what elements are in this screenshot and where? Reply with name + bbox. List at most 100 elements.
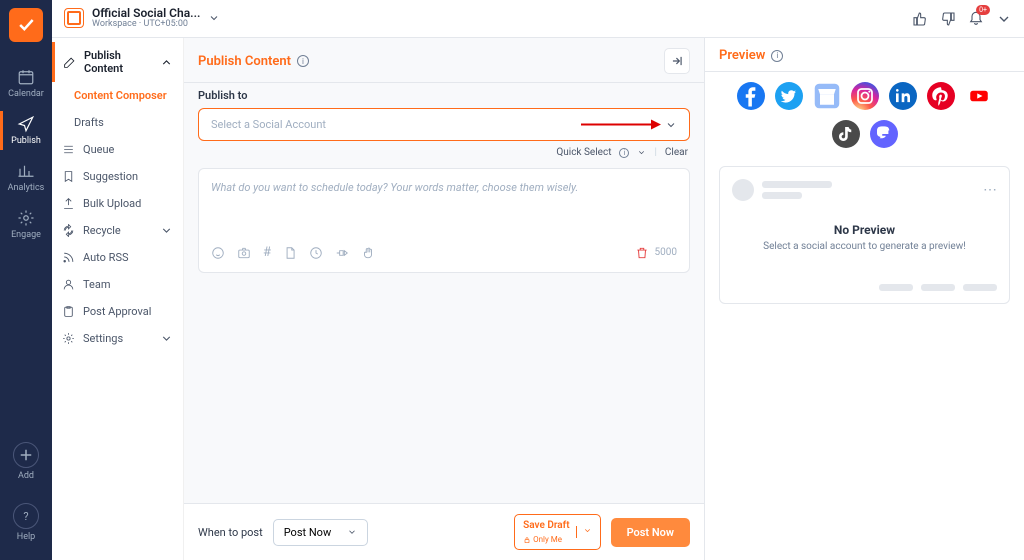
notif-badge: 0+	[976, 5, 990, 15]
gmb-icon[interactable]	[813, 82, 841, 110]
sidebar-item-recycle[interactable]: Recycle	[52, 217, 183, 244]
instagram-icon[interactable]	[851, 82, 879, 110]
dots-menu-icon: ⋯	[983, 182, 997, 198]
recycle-icon	[62, 224, 75, 237]
content-area: Publish Content i Publish to Select a So…	[184, 38, 704, 560]
app-logo[interactable]	[9, 8, 43, 42]
rail-calendar[interactable]: Calendar	[0, 60, 52, 107]
clear-button[interactable]: Clear	[665, 147, 688, 158]
sidebar-item-queue[interactable]: Queue	[52, 136, 183, 163]
chevron-up-icon	[160, 56, 173, 69]
editor-placeholder: What do you want to schedule today? Your…	[211, 181, 677, 237]
rss-icon	[62, 251, 75, 264]
sidebar: Publish Content Content Composer Drafts …	[52, 38, 184, 560]
preview-title: Preview	[719, 48, 765, 63]
skeleton-line	[762, 192, 802, 199]
sidebar-item-settings[interactable]: Settings	[52, 325, 183, 352]
clipboard-icon	[62, 305, 75, 318]
sidebar-item-suggestion[interactable]: Suggestion	[52, 163, 183, 190]
facebook-icon[interactable]	[737, 82, 765, 110]
chevron-down-icon	[208, 12, 220, 24]
select-placeholder: Select a Social Account	[211, 118, 326, 131]
chevron-down-icon	[665, 119, 677, 131]
main: Official Social Cha... Workspace · UTC+0…	[52, 0, 1024, 560]
document-icon[interactable]	[283, 246, 297, 260]
gear-icon	[62, 332, 75, 345]
post-now-button[interactable]: Post Now	[611, 518, 690, 547]
chevron-down-icon	[160, 332, 173, 345]
bookmark-icon	[62, 170, 75, 183]
save-draft-button[interactable]: Save Draft Only Me	[514, 514, 600, 550]
emoji-icon[interactable]	[211, 246, 225, 260]
lock-icon	[523, 536, 531, 544]
post-editor[interactable]: What do you want to schedule today? Your…	[198, 168, 690, 273]
rail-analytics[interactable]: Analytics	[0, 154, 52, 201]
chevron-down-icon[interactable]	[996, 11, 1012, 27]
clock-icon[interactable]	[309, 246, 323, 260]
chevron-down-icon	[583, 526, 592, 535]
twitter-icon[interactable]	[775, 82, 803, 110]
workspace-switcher[interactable]: Official Social Cha... Workspace · UTC+0…	[64, 7, 220, 30]
notifications-button[interactable]: 0+	[968, 9, 984, 29]
tiktok-icon[interactable]	[832, 120, 860, 148]
upload-icon	[62, 197, 75, 210]
sidebar-item-team[interactable]: Team	[52, 271, 183, 298]
rail-help-label: Help	[17, 532, 35, 542]
rail-analytics-label: Analytics	[8, 183, 45, 193]
no-preview-title: No Preview	[738, 223, 991, 237]
info-icon[interactable]: i	[297, 55, 309, 67]
mastodon-icon[interactable]	[870, 120, 898, 148]
when-to-post-label: When to post	[198, 526, 263, 539]
left-rail: Calendar Publish Analytics Engage Add ? …	[0, 0, 52, 560]
youtube-icon[interactable]	[965, 82, 993, 110]
rail-publish[interactable]: Publish	[0, 107, 52, 154]
workspace-icon	[64, 8, 84, 28]
sidebar-section-header[interactable]: Publish Content	[52, 42, 183, 82]
hand-icon[interactable]	[361, 246, 375, 260]
rail-add-label: Add	[18, 471, 34, 481]
plug-icon[interactable]	[335, 246, 349, 260]
social-platform-row	[705, 72, 1024, 152]
quick-select-button[interactable]: Quick Select	[556, 147, 611, 158]
info-icon[interactable]: i	[771, 50, 783, 62]
workspace-subtitle: Workspace · UTC+05:00	[92, 20, 200, 30]
hashtag-icon[interactable]: #	[263, 245, 271, 260]
skeleton-line	[921, 284, 955, 291]
pencil-icon	[63, 56, 76, 69]
sidebar-item-composer[interactable]: Content Composer	[52, 82, 183, 109]
social-account-select[interactable]: Select a Social Account	[198, 108, 690, 141]
chevron-down-icon	[347, 527, 357, 537]
rail-add[interactable]: Add	[0, 434, 52, 489]
sidebar-item-bulk[interactable]: Bulk Upload	[52, 190, 183, 217]
chevron-down-icon[interactable]	[637, 148, 646, 157]
preview-card: ⋯ No Preview Select a social account to …	[719, 166, 1010, 304]
annotation-arrow	[581, 115, 661, 134]
thumbs-up-icon[interactable]	[912, 11, 928, 27]
char-counter: 5000	[655, 247, 677, 258]
pinterest-icon[interactable]	[927, 82, 955, 110]
preview-panel: Preview i	[704, 38, 1024, 560]
collapse-preview-button[interactable]	[664, 48, 690, 74]
info-icon[interactable]: i	[619, 148, 629, 158]
linkedin-icon[interactable]	[889, 82, 917, 110]
sidebar-item-approval[interactable]: Post Approval	[52, 298, 183, 325]
rail-help[interactable]: ? Help	[0, 495, 52, 550]
camera-icon[interactable]	[237, 246, 251, 260]
no-preview-subtitle: Select a social account to generate a pr…	[738, 241, 991, 252]
when-to-post-select[interactable]: Post Now	[273, 519, 369, 546]
rail-engage[interactable]: Engage	[0, 201, 52, 248]
rail-calendar-label: Calendar	[8, 89, 44, 99]
skeleton-line	[879, 284, 913, 291]
sidebar-item-autorss[interactable]: Auto RSS	[52, 244, 183, 271]
rail-publish-label: Publish	[11, 136, 41, 146]
sidebar-item-drafts[interactable]: Drafts	[52, 109, 183, 136]
thumbs-down-icon[interactable]	[940, 11, 956, 27]
list-icon	[62, 143, 75, 156]
skeleton-line	[963, 284, 997, 291]
trash-icon[interactable]	[635, 246, 649, 260]
chevron-down-icon	[160, 224, 173, 237]
rail-engage-label: Engage	[11, 230, 41, 240]
content-title: Publish Content	[198, 54, 291, 69]
arrow-right-bar-icon	[670, 54, 684, 68]
skeleton-line	[762, 181, 832, 188]
